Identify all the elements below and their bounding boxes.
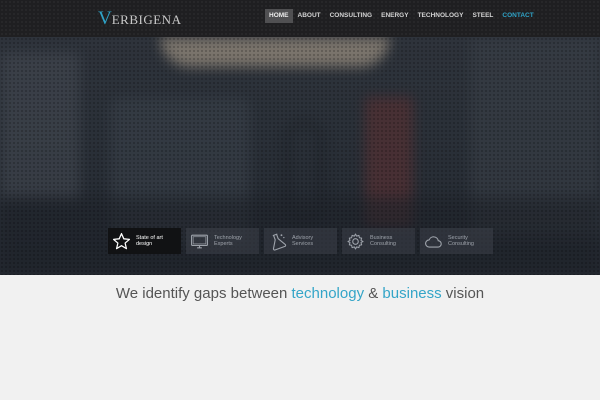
feature-label: State of art design	[136, 235, 176, 248]
nav-steel[interactable]: STEEL	[468, 9, 497, 23]
nav-consulting[interactable]: CONSULTING	[326, 9, 377, 23]
tagline-text: &	[364, 285, 383, 302]
site-header: V ERBIGENA HOME ABOUT CONSULTING ENERGY …	[0, 0, 600, 37]
nav-technology[interactable]: TECHNOLOGY	[414, 9, 468, 23]
feature-label-line2: Experts	[214, 241, 233, 247]
feature-label: Technology Experts	[214, 235, 254, 248]
feature-tab-technology[interactable]: Technology Experts	[186, 228, 259, 254]
feature-label: Business Consulting	[370, 235, 410, 248]
logo-initial: V	[98, 8, 112, 29]
tagline-text: We identify gaps between	[115, 285, 292, 302]
nav-home[interactable]: HOME	[265, 9, 293, 23]
cloud-icon	[425, 235, 442, 248]
nav-contact[interactable]: CONTACT	[498, 9, 537, 23]
feature-tab-advisory[interactable]: Advisory Services	[264, 228, 337, 254]
logo-text: ERBIGENA	[111, 12, 182, 27]
tagline-highlight-technology: technology	[291, 285, 365, 302]
star-icon	[112, 232, 131, 249]
feature-label: Advisory Services	[292, 235, 332, 248]
flask-icon	[272, 232, 287, 251]
main-nav: HOME ABOUT CONSULTING ENERGY TECHNOLOGY …	[265, 9, 539, 23]
nav-about[interactable]: ABOUT	[294, 9, 325, 23]
hero-banner: State of art design Technology Experts A…	[0, 37, 600, 275]
feature-label-line2: Services	[292, 241, 314, 247]
tagline: We identify gaps between technology & bu…	[0, 285, 600, 302]
feature-label-line2: design	[136, 241, 153, 247]
feature-tabs: State of art design Technology Experts A…	[108, 228, 498, 254]
feature-label: Security Consulting	[448, 235, 488, 248]
feature-tab-design[interactable]: State of art design	[108, 228, 181, 254]
nav-energy[interactable]: ENERGY	[377, 9, 412, 23]
monitor-icon	[191, 234, 208, 248]
feature-label-line2: Consulting	[448, 241, 474, 247]
feature-tab-security[interactable]: Security Consulting	[420, 228, 493, 254]
feature-tab-business[interactable]: Business Consulting	[342, 228, 415, 254]
logo[interactable]: V ERBIGENA	[98, 8, 181, 30]
tagline-highlight-business: business	[382, 285, 442, 302]
feature-label-line2: Consulting	[370, 241, 396, 247]
gear-icon	[347, 232, 364, 250]
tagline-text: vision	[441, 285, 485, 302]
